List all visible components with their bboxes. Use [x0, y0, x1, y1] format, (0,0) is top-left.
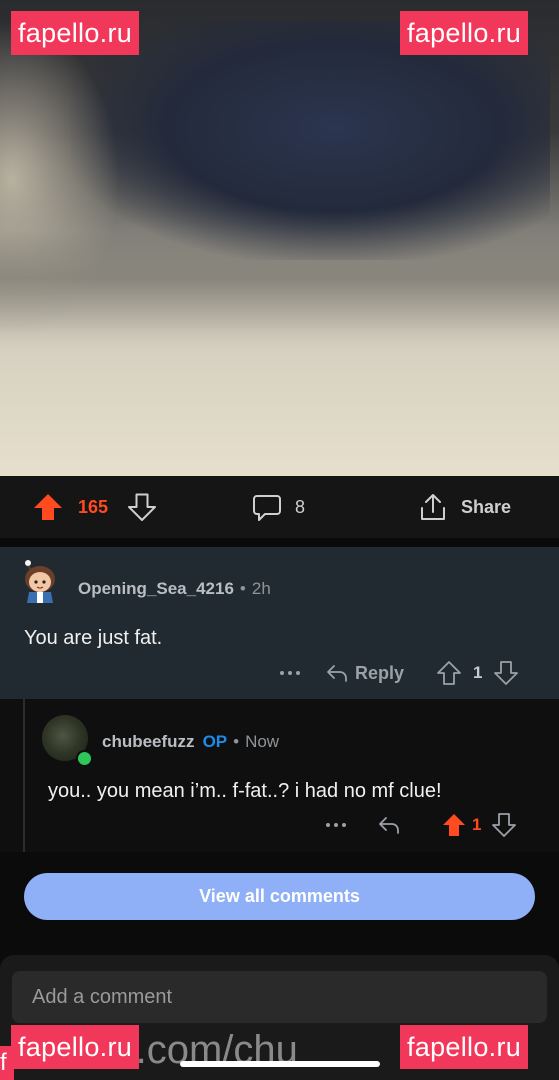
- thread-line[interactable]: [23, 699, 25, 852]
- more-icon[interactable]: [325, 811, 347, 839]
- post-action-bar: 165 8 Share: [0, 476, 559, 538]
- comment-highlighted: Opening_Sea_4216 • 2h You are just fat. …: [0, 547, 559, 699]
- watermark-logo: fapello.ru: [11, 11, 140, 55]
- comment-count: 8: [295, 496, 306, 517]
- share-label: Share: [461, 496, 512, 517]
- comment-reply: chubeefuzz OP • Now you.. you mean i’m..…: [0, 699, 559, 852]
- meta-separator: •: [233, 732, 240, 751]
- comments-button[interactable]: 8: [252, 476, 305, 538]
- snoo-avatar-icon[interactable]: [18, 559, 62, 603]
- add-comment-input[interactable]: [12, 971, 547, 1023]
- more-icon[interactable]: [279, 658, 301, 688]
- reply-label: Reply: [355, 662, 405, 683]
- share-icon: [421, 494, 445, 520]
- share-button[interactable]: Share: [418, 476, 511, 538]
- upvote-outline-icon[interactable]: [436, 660, 462, 686]
- post-image[interactable]: [0, 0, 559, 476]
- watermark-logo: fapello.ru: [400, 1025, 529, 1069]
- watermark-logo: fapello.ru: [400, 11, 529, 55]
- comment-bubble-icon: [253, 495, 281, 521]
- home-indicator[interactable]: [180, 1061, 380, 1067]
- comment-body: You are just fat.: [24, 627, 163, 649]
- op-badge: OP: [202, 732, 228, 751]
- image-blur-region: [0, 230, 559, 350]
- reply-button[interactable]: Reply: [325, 661, 404, 685]
- watermark-logo: fapello.ru: [11, 1025, 140, 1069]
- comment-time: 2h: [251, 579, 271, 598]
- comment-score: 1: [473, 663, 483, 682]
- downvote-outline-icon[interactable]: [491, 812, 517, 838]
- image-blur-region: [70, 20, 550, 260]
- comment-author[interactable]: chubeefuzz: [102, 732, 195, 752]
- reply-arrow-icon[interactable]: [377, 813, 401, 837]
- post-score: 165: [78, 496, 109, 517]
- reply-arrow-icon: [327, 665, 347, 682]
- section-divider: [0, 538, 559, 547]
- view-all-comments-button[interactable]: View all comments: [24, 873, 535, 920]
- online-status-icon: [76, 750, 93, 767]
- upvote-button[interactable]: [33, 476, 63, 538]
- comment-time: Now: [245, 732, 280, 751]
- upvote-filled-icon: [34, 494, 62, 520]
- downvote-outline-icon: [128, 493, 156, 521]
- downvote-outline-icon[interactable]: [493, 660, 519, 686]
- meta-separator: •: [239, 579, 246, 598]
- comment-score: 1: [472, 815, 482, 834]
- downvote-button[interactable]: [127, 476, 157, 538]
- comment-author[interactable]: Opening_Sea_4216: [78, 579, 234, 599]
- upvote-filled-icon[interactable]: [441, 812, 467, 838]
- comment-body: you.. you mean i’m.. f-fat..? i had no m…: [48, 780, 442, 802]
